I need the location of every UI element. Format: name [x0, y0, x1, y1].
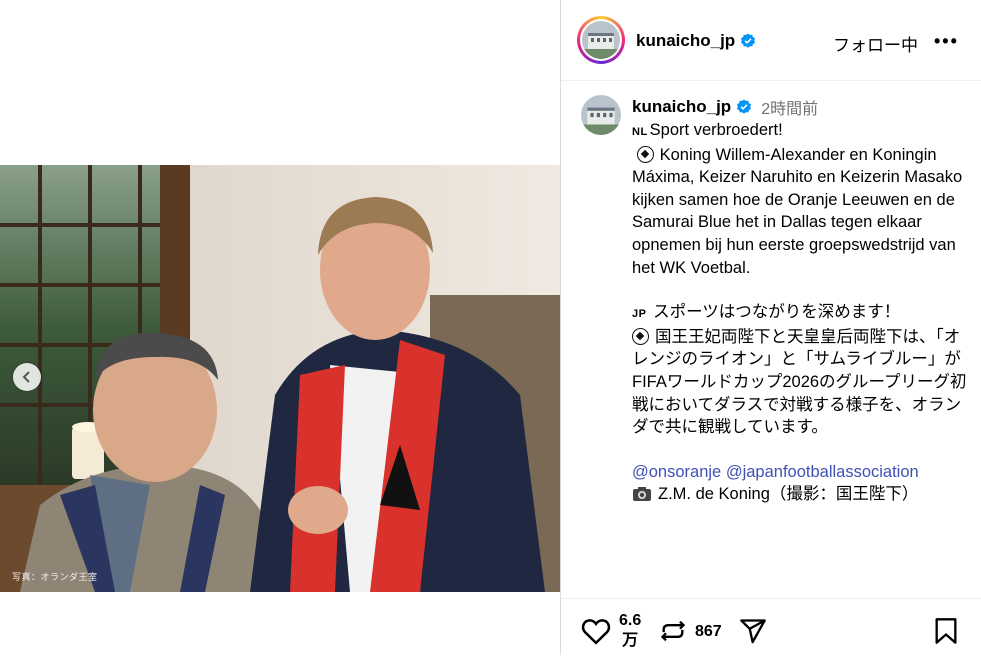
- share-button[interactable]: [739, 617, 767, 645]
- profile-avatar[interactable]: [577, 16, 625, 64]
- photo-credit: 写真：オランダ王室: [12, 572, 98, 582]
- avatar-image: [581, 95, 621, 135]
- heart-icon: [581, 619, 611, 645]
- share-icon: [740, 619, 766, 644]
- repost-icon: [660, 620, 686, 642]
- caption-header: kunaicho_jp 2時間前: [632, 95, 818, 119]
- like-count-unit: 万: [622, 632, 639, 649]
- caption-text: NL Sport verbroedert! Koning Willem-Alexa…: [632, 119, 967, 506]
- jp-body-line: 国王王妃両陛下と天皇皇后両陛下は、「オレンジのライオン」と「サムライブルー」がF…: [632, 326, 967, 439]
- post-timestamp[interactable]: 2時間前: [761, 95, 818, 119]
- nl-flag: NL: [632, 126, 648, 138]
- nl-body-line: Koning Willem-Alexander en Koningin Máxi…: [632, 144, 967, 280]
- soccer-ball-icon: [636, 145, 654, 163]
- previous-photo-button[interactable]: [13, 363, 41, 391]
- caption-section: kunaicho_jp 2時間前 NL Sport verbroedert! Ko…: [561, 81, 981, 596]
- following-button[interactable]: フォロー中: [833, 31, 918, 56]
- soccer-ball-icon: [632, 327, 649, 345]
- header-username-row: kunaicho_jp: [636, 31, 756, 51]
- nl-title: Sport verbroedert!: [649, 121, 783, 139]
- jp-body: 国王王妃両陛下と天皇皇后両陛下は、「オレンジのライオン」と「サムライブルー」がF…: [632, 327, 967, 437]
- media-pane: 写真：オランダ王室: [0, 0, 560, 655]
- photo-image: [0, 165, 560, 592]
- mention-onsoranje[interactable]: @onsoranje: [632, 463, 721, 481]
- post-sidebar: kunaicho_jp フォロー中 ••• kunaicho_jp 2時間前 N…: [561, 0, 981, 655]
- nl-title-line: NL Sport verbroedert!: [632, 119, 967, 144]
- more-icon[interactable]: •••: [934, 31, 959, 52]
- post-header: kunaicho_jp フォロー中 •••: [561, 0, 981, 81]
- caption-avatar[interactable]: [581, 95, 621, 135]
- like-button[interactable]: [581, 617, 611, 645]
- save-button[interactable]: [933, 617, 959, 645]
- bookmark-icon: [935, 618, 957, 644]
- camera-credit-line: Z.M. de Koning（撮影：国王陛下）: [632, 483, 967, 506]
- repost-button[interactable]: [659, 617, 687, 645]
- jp-title: スポーツはつながりを深めます！: [653, 303, 901, 322]
- nl-body: Koning Willem-Alexander en Koningin Máxi…: [632, 145, 963, 277]
- jp-title-line: JP スポーツはつながりを深めます！: [632, 301, 967, 326]
- verified-badge-icon: [741, 33, 756, 48]
- mentions-line: @onsoranje @japanfootballassociation: [632, 461, 967, 484]
- header-username[interactable]: kunaicho_jp: [636, 31, 735, 51]
- like-count[interactable]: 6.6 万: [619, 611, 641, 651]
- chevron-left-icon: [22, 371, 30, 383]
- avatar-image: [582, 21, 620, 59]
- jp-flag: JP: [632, 308, 647, 321]
- camera-credit: Z.M. de Koning（撮影：国王陛下）: [658, 485, 919, 504]
- mention-japanfootballassociation[interactable]: @japanfootballassociation: [726, 463, 919, 481]
- camera-icon: [633, 487, 651, 502]
- verified-badge-icon: [737, 99, 752, 114]
- post-photo[interactable]: [0, 165, 560, 592]
- action-bar: 6.6 万 867: [561, 598, 981, 656]
- caption-username[interactable]: kunaicho_jp: [632, 97, 731, 117]
- like-count-number: 6.6: [619, 612, 642, 629]
- repost-count[interactable]: 867: [695, 623, 722, 641]
